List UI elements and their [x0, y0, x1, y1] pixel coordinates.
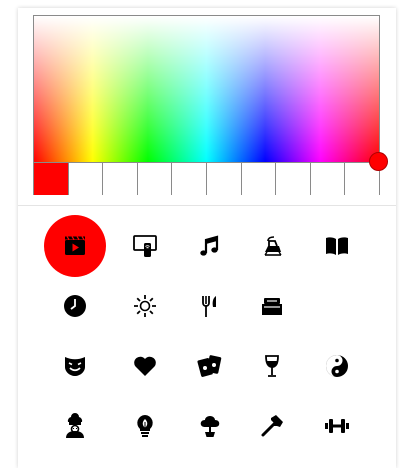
moon-icon	[324, 293, 350, 319]
color-swatch[interactable]	[102, 163, 137, 195]
tv-remote-icon	[132, 233, 158, 259]
icon-option[interactable]	[110, 337, 180, 395]
color-picker	[33, 15, 380, 195]
iron-icon	[259, 233, 285, 259]
icon-option[interactable]	[237, 337, 307, 395]
video-icon	[62, 233, 88, 259]
icon-grid	[33, 215, 381, 460]
hue-slider-handle[interactable]	[369, 152, 388, 171]
color-swatch[interactable]	[205, 163, 241, 195]
stove-icon	[259, 293, 285, 319]
icon-option[interactable]	[175, 277, 245, 335]
sun-icon	[132, 293, 158, 319]
icon-option[interactable]	[40, 277, 110, 335]
fork-knife-icon	[197, 293, 223, 319]
icon-option[interactable]	[302, 397, 372, 455]
color-swatch[interactable]	[136, 163, 172, 195]
divider	[18, 205, 396, 206]
color-swatch[interactable]	[34, 163, 68, 195]
clock-icon	[62, 293, 88, 319]
icon-option[interactable]	[40, 215, 110, 277]
playing-cards-icon	[197, 353, 223, 379]
icon-option[interactable]	[175, 397, 245, 455]
icon-option[interactable]	[175, 217, 245, 275]
icon-option[interactable]	[237, 397, 307, 455]
icon-option[interactable]	[237, 217, 307, 275]
icon-option[interactable]	[110, 277, 180, 335]
hammer-icon	[259, 413, 285, 439]
chef-icon	[62, 413, 88, 439]
icon-option[interactable]	[40, 337, 110, 395]
music-note-icon	[197, 233, 223, 259]
book-icon	[324, 233, 350, 259]
wine-glass-icon	[259, 353, 285, 379]
color-swatch[interactable]	[240, 163, 276, 195]
color-spectrum[interactable]	[34, 16, 379, 162]
icon-option[interactable]	[40, 397, 110, 455]
icon-option[interactable]	[175, 337, 245, 395]
icon-option[interactable]	[302, 277, 372, 335]
theater-mask-icon	[62, 353, 88, 379]
color-swatch[interactable]	[171, 163, 206, 195]
icon-option[interactable]	[302, 337, 372, 395]
lightbulb-leaf-icon	[132, 413, 158, 439]
color-swatch[interactable]	[67, 163, 103, 195]
icon-option[interactable]	[110, 217, 180, 275]
icon-option[interactable]	[302, 217, 372, 275]
color-swatch[interactable]	[309, 163, 345, 195]
yin-yang-icon	[324, 353, 350, 379]
color-swatch[interactable]	[275, 163, 310, 195]
color-swatch-row	[34, 162, 379, 195]
dumbbell-icon	[324, 413, 350, 439]
icon-option[interactable]	[110, 397, 180, 455]
tree-pot-icon	[197, 413, 223, 439]
icon-option[interactable]	[237, 277, 307, 335]
heart-icon	[132, 353, 158, 379]
